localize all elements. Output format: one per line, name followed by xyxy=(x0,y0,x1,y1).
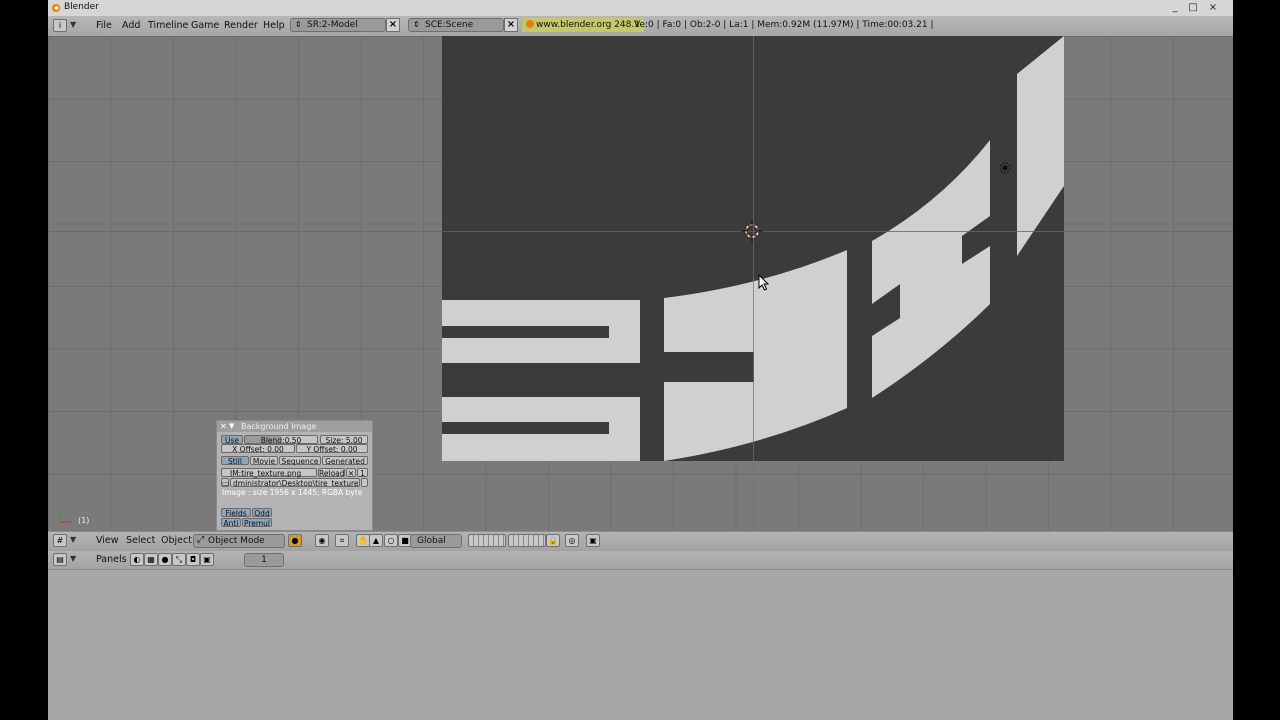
layers-row-2[interactable] xyxy=(508,534,546,547)
title-bar: Blender _ □ × xyxy=(48,0,1233,16)
website-label: www.blender.org 248.1 xyxy=(522,18,644,32)
menu-panels[interactable]: Panels xyxy=(96,553,127,567)
premul-toggle[interactable]: Premul xyxy=(242,518,272,528)
scene-name: SCE:Scene xyxy=(425,20,474,30)
screen-browse-icon[interactable]: ⇕ xyxy=(295,20,302,29)
manipulator-icon[interactable]: ⌗ xyxy=(335,534,349,547)
rotate-icon[interactable]: ○ xyxy=(384,534,398,547)
shading-context-icon[interactable]: ● xyxy=(158,553,172,566)
tab-movie[interactable]: Movie xyxy=(250,456,278,466)
menu-add[interactable]: Add xyxy=(122,19,140,33)
menu-help[interactable]: Help xyxy=(263,19,285,33)
orientation-value: Global xyxy=(417,536,446,546)
editor-type-icon[interactable]: i xyxy=(53,19,67,32)
panel-title: Background Image xyxy=(241,422,317,431)
render-preview-icon[interactable]: ◎ xyxy=(565,534,579,547)
buttons-window-header: ▤ ▼ Panels ◐ ▦ ● ⤡ ◘ ▣ 1 xyxy=(48,551,1233,570)
unlink-image-icon[interactable]: ✕ xyxy=(346,468,356,478)
blend-slider[interactable]: Blend:0.50 xyxy=(244,435,318,445)
buttons-editor-type-icon[interactable]: ▤ xyxy=(53,553,67,566)
scene-browse-icon[interactable]: ⇕ xyxy=(413,20,420,29)
reload-button[interactable]: Reload xyxy=(318,468,345,478)
header-collapse-icon[interactable]: ▼ xyxy=(70,535,76,544)
close-window-button[interactable]: × xyxy=(1206,1,1220,14)
mode-value: Object Mode xyxy=(208,536,265,546)
tab-generated[interactable]: Generated xyxy=(322,456,368,466)
editing-context-icon[interactable]: ◘ xyxy=(186,553,200,566)
logic-context-icon[interactable]: ◐ xyxy=(130,553,144,566)
image-path-field[interactable]: dministrator\Desktop\tire_texture.png xyxy=(230,478,360,487)
panel-header: ✕ ▼ Background Image xyxy=(217,421,372,432)
mouse-pointer-icon xyxy=(758,274,770,291)
view3d-editor-type-icon[interactable]: # xyxy=(53,534,67,547)
menu-object[interactable]: Object xyxy=(161,534,192,548)
blender-small-icon xyxy=(526,20,534,28)
draw-type-icon[interactable]: ● xyxy=(288,534,302,547)
odd-toggle[interactable]: Odd xyxy=(252,508,272,518)
fields-toggle[interactable]: Fields xyxy=(221,508,251,518)
minimize-button[interactable]: _ xyxy=(1168,1,1182,14)
menu-timeline[interactable]: Timeline xyxy=(148,19,188,33)
frame-field[interactable]: 1 xyxy=(244,553,284,567)
collapse-arrow-icon[interactable]: ▼ xyxy=(70,20,76,29)
buttons-collapse-icon[interactable]: ▼ xyxy=(70,554,76,563)
use-toggle[interactable]: Use xyxy=(221,435,243,445)
script-context-icon[interactable]: ▦ xyxy=(144,553,158,566)
screen-selector[interactable]: SR:2-Model xyxy=(290,18,386,32)
size-field[interactable]: Size: 5.00 xyxy=(320,435,368,445)
lock-icon[interactable]: 🔒 xyxy=(546,534,560,547)
scene-close-button[interactable]: × xyxy=(504,18,518,32)
x-axis-line xyxy=(48,231,1233,232)
orientation-selector[interactable]: Global xyxy=(410,534,462,548)
pivot-icon[interactable]: ◉ xyxy=(315,534,329,547)
screen-name: SR:2-Model xyxy=(307,20,358,30)
buttons-window xyxy=(48,570,1233,720)
blender-logo-icon xyxy=(52,4,60,12)
info-header: i ▼ File Add Timeline Game Render Help S… xyxy=(48,16,1233,37)
mode-selector[interactable]: Object Mode xyxy=(193,534,285,548)
object-context-icon[interactable]: ⤡ xyxy=(172,553,186,566)
path-options-icon[interactable] xyxy=(361,478,368,487)
3d-view-header: # ▼ View Select Object Object Mode ⤢ ● ◉… xyxy=(48,531,1233,552)
image-users-count: 1 xyxy=(357,468,368,478)
frame-number-label: (1) xyxy=(78,516,90,525)
background-image-panel: ✕ ▼ Background Image Use Blend:0.50 Size… xyxy=(216,420,373,531)
scene-stats: Ve:0 | Fa:0 | Ob:2-0 | La:1 | Mem:0.92M … xyxy=(634,20,934,30)
panel-collapse-icon[interactable]: ▼ xyxy=(229,421,234,432)
3d-viewport[interactable]: (1) ✕ ▼ Background Image Use Blend:0.50 … xyxy=(48,36,1233,531)
screen-close-button[interactable]: × xyxy=(386,18,400,32)
menu-select[interactable]: Select xyxy=(126,534,155,548)
menu-render[interactable]: Render xyxy=(224,19,258,33)
anti-toggle[interactable]: Anti xyxy=(221,518,241,528)
file-browse-icon[interactable]: ▭ xyxy=(221,478,229,488)
y-offset-field[interactable]: Y Offset: 0.00 xyxy=(296,444,368,454)
hand-icon[interactable]: ✋ xyxy=(356,534,370,547)
object-mode-icon: ⤢ xyxy=(197,535,205,545)
tab-sequence[interactable]: Sequence xyxy=(279,456,321,466)
window-title: Blender xyxy=(64,2,99,12)
layers-row-1[interactable] xyxy=(468,534,506,547)
menu-game[interactable]: Game xyxy=(191,19,219,33)
menu-view[interactable]: View xyxy=(96,534,119,548)
tab-still[interactable]: Still xyxy=(221,456,249,466)
y-axis-line xyxy=(753,36,754,531)
maximize-button[interactable]: □ xyxy=(1186,1,1200,14)
frame-value: 1 xyxy=(261,555,267,565)
scene-selector[interactable]: SCE:Scene xyxy=(408,18,504,32)
translate-icon[interactable]: ▲ xyxy=(369,534,383,547)
image-info-text: Image : size 1956 x 1445, RGBA byte xyxy=(222,488,363,497)
scene-context-icon[interactable]: ▣ xyxy=(200,553,214,566)
lamp-icon[interactable] xyxy=(997,160,1013,176)
image-name-field[interactable]: IM:tire_texture.png xyxy=(221,468,317,478)
render-icon[interactable]: ▣ xyxy=(586,534,600,547)
3d-cursor-icon[interactable] xyxy=(741,220,763,242)
x-offset-field[interactable]: X Offset: 0.00 xyxy=(221,444,295,454)
panel-close-icon[interactable]: ✕ xyxy=(220,421,227,432)
axis-gizmo-icon xyxy=(59,510,72,523)
menu-file[interactable]: File xyxy=(96,19,112,33)
